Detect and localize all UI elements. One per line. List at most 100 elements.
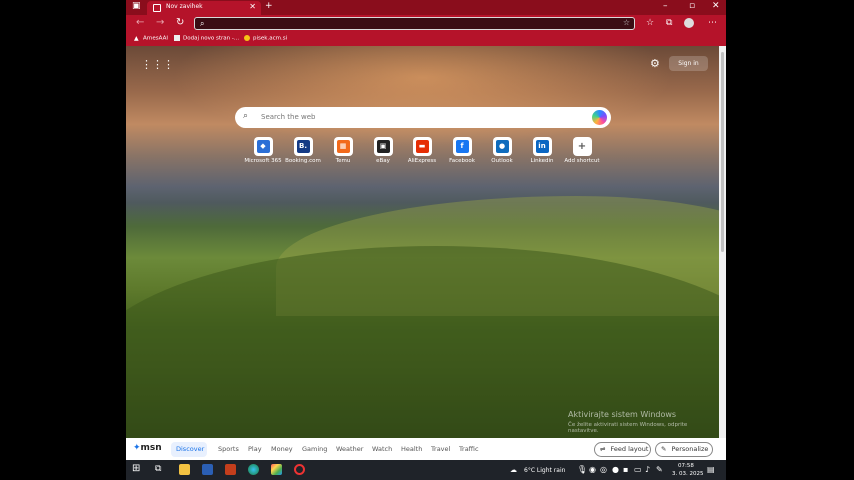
shortcut-ebay[interactable]: ▣ eBay [363, 137, 403, 164]
refresh-icon[interactable]: ↻ [176, 17, 184, 28]
scrollbar-thumb[interactable] [721, 52, 724, 252]
weather-text[interactable]: 6°C Light rain [524, 467, 565, 474]
msn-feed-bar: ✦msn Discover Sports Play Money Gaming W… [126, 438, 726, 460]
file-explorer-icon[interactable] [179, 464, 190, 475]
start-icon[interactable]: ⊞ [132, 463, 143, 474]
profile-avatar[interactable] [684, 18, 694, 28]
address-bar[interactable]: ⌕ ☆ [194, 17, 635, 30]
msn-logo: ✦msn [133, 443, 162, 453]
close-window-icon[interactable]: ✕ [712, 1, 720, 11]
msn-butterfly-icon: ✦ [133, 443, 141, 453]
maximize-icon[interactable]: ▫ [689, 1, 695, 11]
weather-icon[interactable]: ☁ [510, 466, 517, 474]
volume-icon[interactable]: ♪ [645, 465, 650, 474]
shortcut-label: Linkedin [530, 158, 554, 164]
edge-icon[interactable] [248, 464, 259, 475]
tab-discover[interactable]: Discover [176, 445, 204, 453]
tab-close-icon[interactable]: ✕ [249, 2, 256, 11]
new-tab-page: ⋮⋮⋮ ⚙ Sign in ⌕ Search the web ◆ Microso… [126, 46, 719, 438]
navigation-bar: ← → ↻ ⌕ ☆ ☆ ⧉ ⋯ [126, 15, 726, 32]
sign-in-button[interactable]: Sign in [669, 56, 708, 71]
shortcut-outlook[interactable]: ● Outlook [482, 137, 522, 164]
microphone-icon[interactable]: 🎙 [577, 465, 587, 474]
tab-traffic[interactable]: Traffic [459, 445, 479, 453]
favorite-label: pisek.acm.si [253, 35, 288, 42]
shortcut-label: eBay [376, 158, 390, 164]
watermark-subtitle: Če želite aktivirati sistem Windows, odp… [568, 422, 688, 434]
linkedin-icon: in [535, 140, 549, 153]
search-placeholder: Search the web [261, 113, 316, 121]
tab-sports[interactable]: Sports [218, 445, 239, 453]
copilot-icon[interactable] [592, 110, 607, 125]
forward-icon[interactable]: → [156, 17, 164, 28]
app-icon[interactable] [294, 464, 305, 475]
tray-app-icon[interactable]: ◉ [589, 465, 596, 474]
shortcut-linkedin[interactable]: in Linkedin [522, 137, 562, 164]
pen-icon[interactable]: ✎ [656, 465, 663, 474]
shortcut-booking[interactable]: B. Booking.com [283, 137, 323, 164]
shortcut-label: AliExpress [407, 158, 437, 164]
task-view-icon[interactable]: ⧉ [155, 464, 166, 475]
clock-time[interactable]: 07:58 [678, 463, 694, 469]
plus-icon: + [575, 140, 589, 153]
favorite-label: Dodaj novo stran -... [183, 35, 240, 42]
favorite-item[interactable]: ▲ ArnesAAI [134, 35, 168, 42]
shortcut-label: Microsoft 365 [244, 158, 282, 164]
scrollbar[interactable] [719, 46, 726, 438]
app-icon[interactable] [271, 464, 282, 475]
tab-watch[interactable]: Watch [372, 445, 392, 453]
tab-title: Nov zavihek [166, 3, 203, 10]
clock-date[interactable]: 3. 03. 2025 [672, 471, 704, 477]
title-bar: ▣ Nov zavihek ✕ + – ▫ ✕ [126, 0, 726, 15]
ebay-icon: ▣ [376, 140, 390, 153]
favorites-icon[interactable]: ☆ [646, 18, 654, 28]
minimize-icon[interactable]: – [663, 1, 668, 11]
favorite-item[interactable]: Dodaj novo stran -... [174, 35, 239, 42]
shortcut-label: Facebook [449, 158, 475, 164]
feed-layout-button[interactable]: ⇌ Feed layout [594, 442, 651, 457]
booking-icon: B. [296, 140, 310, 153]
back-icon[interactable]: ← [136, 17, 144, 28]
apps-grid-icon[interactable]: ⋮⋮⋮ [141, 58, 174, 71]
notifications-icon[interactable]: ▤ [707, 465, 715, 474]
personalize-button[interactable]: ✎ Personalize [655, 442, 713, 457]
powerpoint-icon[interactable] [225, 464, 236, 475]
web-search-box[interactable]: ⌕ Search the web [235, 107, 611, 128]
personalize-icon: ✎ [661, 445, 667, 453]
favorites-bar: ▲ ArnesAAI Dodaj novo stran -... pisek.ac… [126, 32, 726, 46]
favorite-label: ArnesAAI [143, 35, 168, 42]
shortcut-aliexpress[interactable]: ▬ AliExpress [402, 137, 442, 164]
new-tab-button[interactable]: + [265, 1, 273, 11]
tab-weather[interactable]: Weather [336, 445, 363, 453]
tab-money[interactable]: Money [271, 445, 293, 453]
feed-layout-label: Feed layout [610, 445, 649, 453]
collections-icon[interactable]: ⧉ [666, 18, 672, 28]
tab-play[interactable]: Play [248, 445, 262, 453]
tab-travel[interactable]: Travel [431, 445, 450, 453]
add-shortcut-button[interactable]: + Add shortcut [562, 137, 602, 164]
shortcut-label: Temu [335, 158, 351, 164]
shortcut-microsoft-365[interactable]: ◆ Microsoft 365 [243, 137, 283, 164]
screen: ▣ Nov zavihek ✕ + – ▫ ✕ ← → ↻ ⌕ ☆ ☆ ⧉ ⋯ … [126, 0, 726, 480]
network-icon[interactable]: ▭ [634, 465, 642, 474]
tab-health[interactable]: Health [401, 445, 422, 453]
shortcut-label: Add shortcut [564, 158, 600, 164]
microsoft-365-icon: ◆ [256, 140, 270, 153]
favorite-item[interactable]: pisek.acm.si [244, 35, 287, 42]
word-icon[interactable] [202, 464, 213, 475]
msn-logo-text: msn [140, 443, 162, 453]
browser-tab[interactable]: Nov zavihek ✕ [147, 1, 261, 15]
shortcut-label: Booking.com [285, 158, 321, 164]
tray-app-icon[interactable]: ◎ [600, 465, 607, 474]
search-icon: ⌕ [243, 111, 249, 121]
shortcut-temu[interactable]: ▦ Temu [323, 137, 363, 164]
tab-actions-icon[interactable]: ▣ [132, 1, 141, 11]
favorite-star-icon[interactable]: ☆ [623, 18, 630, 27]
tab-gaming[interactable]: Gaming [302, 445, 327, 453]
gear-icon[interactable]: ⚙ [650, 57, 660, 70]
shortcut-facebook[interactable]: f Facebook [442, 137, 482, 164]
tray-app-icon[interactable]: ▪ [623, 465, 628, 474]
tray-app-icon[interactable]: ● [612, 465, 619, 474]
personalize-label: Personalize [671, 445, 709, 453]
more-menu-icon[interactable]: ⋯ [708, 18, 717, 28]
